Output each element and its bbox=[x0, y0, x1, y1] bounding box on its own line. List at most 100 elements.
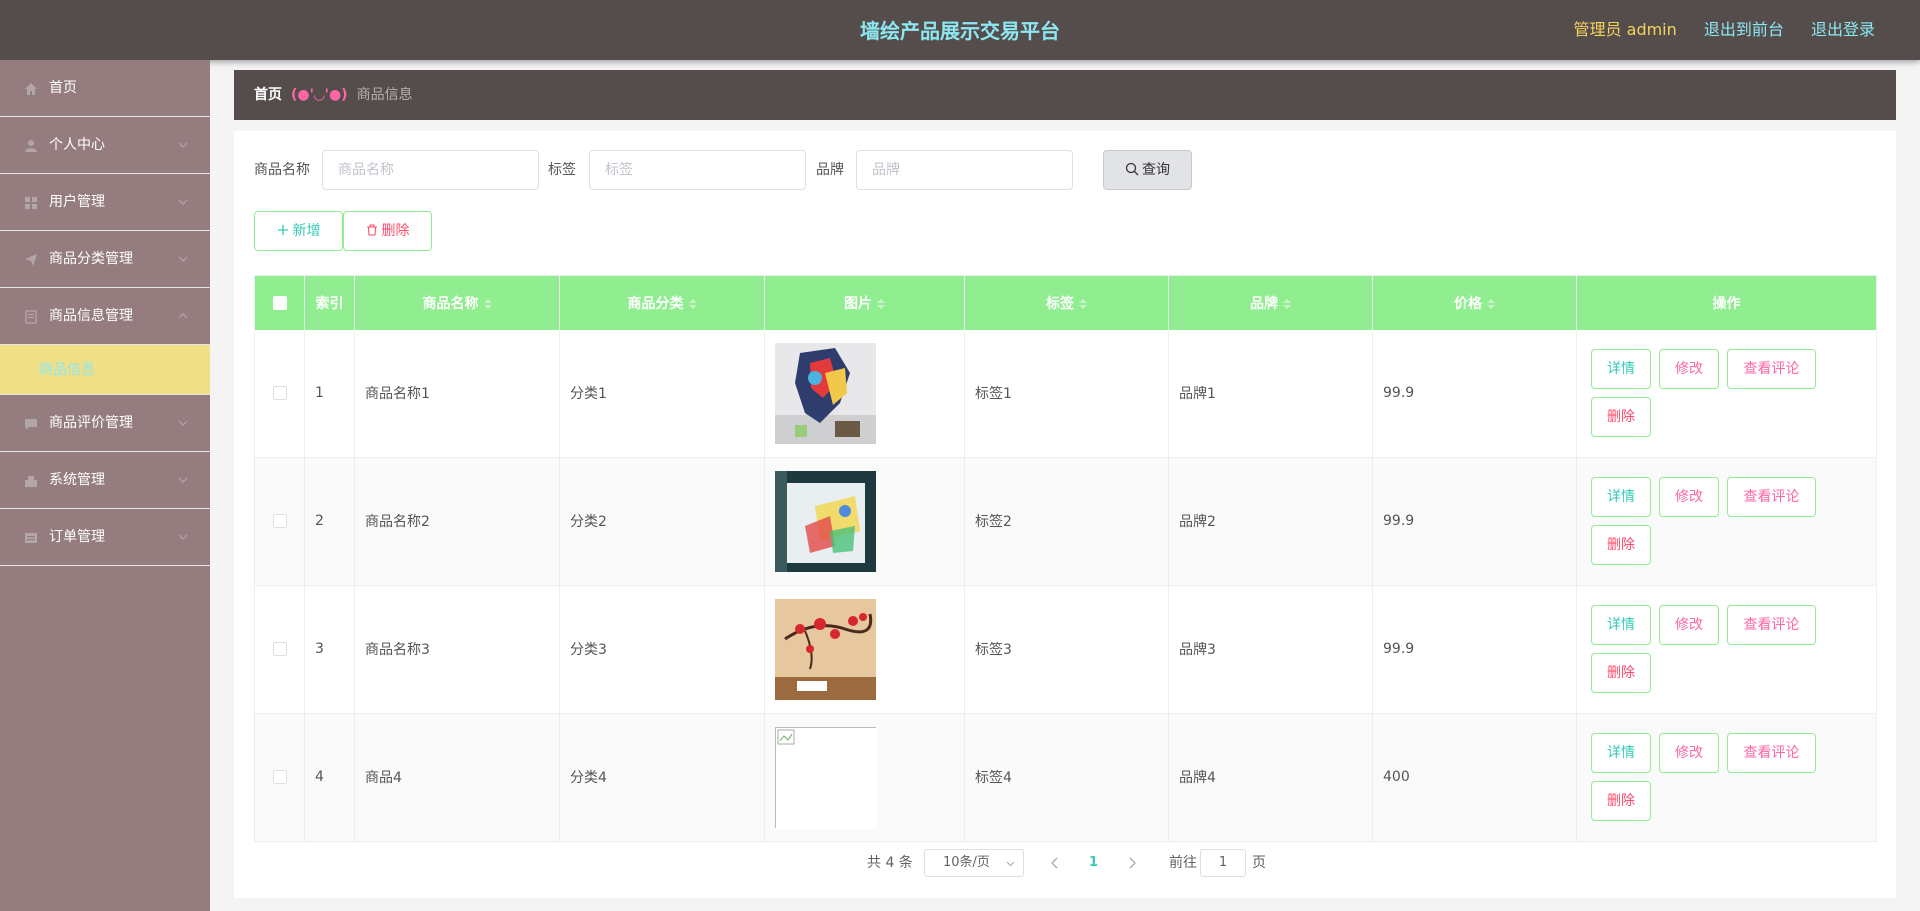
cell-index: 2 bbox=[304, 457, 355, 586]
cell-index: 4 bbox=[304, 713, 355, 842]
page-size-select[interactable]: 10条/页 bbox=[924, 849, 1024, 877]
sidebar-item-user-management[interactable]: 用户管理 bbox=[0, 174, 210, 231]
bulk-delete-button[interactable]: 删除 bbox=[343, 211, 432, 251]
cell-name: 商品4 bbox=[354, 713, 560, 842]
delete-button[interactable]: 删除 bbox=[1591, 524, 1651, 565]
sidebar-item-label: 商品信息管理 bbox=[49, 308, 133, 324]
sort-icon[interactable] bbox=[1079, 298, 1087, 309]
goto-label: 前往 bbox=[1169, 855, 1197, 871]
sidebar-item-personal-center[interactable]: 个人中心 bbox=[0, 117, 210, 174]
sidebar-item-review-management[interactable]: 商品评价管理 bbox=[0, 395, 210, 452]
col-ops: 操作 bbox=[1576, 275, 1877, 330]
edit-button[interactable]: 修改 bbox=[1659, 348, 1719, 389]
cell-price: 99.9 bbox=[1372, 329, 1577, 458]
col-price[interactable]: 价格 bbox=[1372, 275, 1577, 330]
query-button[interactable]: 查询 bbox=[1103, 150, 1192, 190]
detail-button[interactable]: 详情 bbox=[1591, 476, 1651, 517]
table-header-row: 索引 商品名称 商品分类 图片 标签 品牌 价格 操作 bbox=[254, 275, 1877, 330]
cell-image bbox=[764, 457, 965, 586]
sidebar-item-label: 商品评价管理 bbox=[49, 415, 133, 431]
product-image[interactable] bbox=[775, 470, 876, 572]
delete-button[interactable]: 删除 bbox=[1591, 396, 1651, 437]
col-tag-label: 标签 bbox=[1046, 295, 1074, 312]
current-page[interactable]: 1 bbox=[1089, 849, 1098, 877]
search-icon bbox=[1125, 162, 1139, 176]
admin-label: 管理员 admin bbox=[1573, 20, 1677, 39]
bulk-delete-button-label: 删除 bbox=[381, 223, 410, 239]
row-select-cell bbox=[254, 585, 305, 714]
cell-image bbox=[764, 713, 965, 842]
row-checkbox[interactable] bbox=[272, 514, 287, 528]
prev-page-icon[interactable] bbox=[1050, 857, 1060, 869]
cell-category: 分类1 bbox=[559, 329, 765, 458]
view-reviews-button[interactable]: 查看评论 bbox=[1727, 732, 1816, 773]
next-page-icon[interactable] bbox=[1127, 857, 1137, 869]
view-reviews-button[interactable]: 查看评论 bbox=[1727, 348, 1816, 389]
row-checkbox[interactable] bbox=[272, 770, 287, 784]
row-select-cell bbox=[254, 329, 305, 458]
row-checkbox[interactable] bbox=[272, 386, 287, 400]
add-button[interactable]: 新增 bbox=[254, 211, 343, 251]
tag-search-label: 标签 bbox=[548, 162, 576, 178]
sort-icon[interactable] bbox=[877, 298, 885, 309]
col-tag[interactable]: 标签 bbox=[964, 275, 1169, 330]
brand-search-label: 品牌 bbox=[816, 162, 844, 178]
name-search-input[interactable] bbox=[322, 150, 539, 190]
col-category[interactable]: 商品分类 bbox=[559, 275, 765, 330]
sidebar-subitem-label: 商品信息 bbox=[39, 362, 95, 378]
product-image[interactable] bbox=[775, 598, 876, 700]
cell-price: 99.9 bbox=[1372, 457, 1577, 586]
edit-button[interactable]: 修改 bbox=[1659, 604, 1719, 645]
edit-button[interactable]: 修改 bbox=[1659, 732, 1719, 773]
detail-button[interactable]: 详情 bbox=[1591, 732, 1651, 773]
sort-icon[interactable] bbox=[1283, 298, 1291, 309]
sort-icon[interactable] bbox=[688, 298, 697, 309]
product-image[interactable] bbox=[775, 342, 876, 444]
breadcrumb: 首页 (●'◡'●) 商品信息 bbox=[234, 70, 1896, 120]
row-select-cell bbox=[254, 457, 305, 586]
sidebar-item-order-management[interactable]: 订单管理 bbox=[0, 509, 210, 566]
col-image[interactable]: 图片 bbox=[764, 275, 965, 330]
breadcrumb-home[interactable]: 首页 bbox=[254, 87, 282, 103]
sidebar-item-label: 首页 bbox=[49, 80, 77, 96]
sort-icon[interactable] bbox=[483, 298, 492, 309]
send-icon bbox=[24, 253, 38, 267]
sidebar-item-label: 系统管理 bbox=[49, 472, 105, 488]
cell-brand: 品牌2 bbox=[1168, 457, 1373, 586]
pagination: 共 4 条 10条/页 1 前往 1 页 bbox=[234, 849, 1896, 877]
sort-icon[interactable] bbox=[1487, 298, 1495, 309]
col-name[interactable]: 商品名称 bbox=[354, 275, 560, 330]
detail-button[interactable]: 详情 bbox=[1591, 348, 1651, 389]
plus-icon bbox=[277, 225, 288, 235]
sidebar-item-product-management[interactable]: 商品信息管理 bbox=[0, 288, 210, 345]
chevron-down-icon bbox=[178, 475, 188, 485]
brand-search-input[interactable] bbox=[856, 150, 1073, 190]
edit-button[interactable]: 修改 bbox=[1659, 476, 1719, 517]
view-reviews-button[interactable]: 查看评论 bbox=[1727, 476, 1816, 517]
detail-button[interactable]: 详情 bbox=[1591, 604, 1651, 645]
goto-page-input[interactable]: 1 bbox=[1200, 849, 1246, 877]
sidebar-subitem-product-info[interactable]: 商品信息 bbox=[0, 345, 210, 395]
sidebar-item-category-management[interactable]: 商品分类管理 bbox=[0, 231, 210, 288]
tag-search-input[interactable] bbox=[589, 150, 806, 190]
delete-button[interactable]: 删除 bbox=[1591, 652, 1651, 693]
table-row: 1 商品名称1 分类1 标签1 品牌1 99.9 详情 修改 查看评论 删除 bbox=[254, 329, 1877, 458]
sidebar: 首页 个人中心 用户管理 商品分类管理 商品信息管理 商品信息 商品评价管理 系… bbox=[0, 60, 210, 911]
col-brand[interactable]: 品牌 bbox=[1168, 275, 1373, 330]
view-reviews-button[interactable]: 查看评论 bbox=[1727, 604, 1816, 645]
header-right: 管理员 admin 退出到前台 退出登录 bbox=[1552, 0, 1875, 60]
add-button-label: 新增 bbox=[292, 223, 321, 239]
cell-image bbox=[764, 329, 965, 458]
logout-link[interactable]: 退出登录 bbox=[1811, 20, 1875, 39]
chevron-down-icon bbox=[1006, 861, 1015, 867]
sidebar-item-home[interactable]: 首页 bbox=[0, 60, 210, 117]
delete-button[interactable]: 删除 bbox=[1591, 780, 1651, 821]
sidebar-item-system-management[interactable]: 系统管理 bbox=[0, 452, 210, 509]
chevron-down-icon bbox=[178, 197, 188, 207]
row-checkbox[interactable] bbox=[272, 642, 287, 656]
cell-ops: 详情 修改 查看评论 删除 bbox=[1576, 585, 1877, 714]
top-header: 墙绘产品展示交易平台 管理员 admin 退出到前台 退出登录 bbox=[0, 0, 1920, 60]
exit-to-front-link[interactable]: 退出到前台 bbox=[1704, 20, 1784, 39]
select-all-checkbox[interactable] bbox=[272, 295, 287, 310]
broken-image-icon[interactable] bbox=[775, 726, 877, 829]
